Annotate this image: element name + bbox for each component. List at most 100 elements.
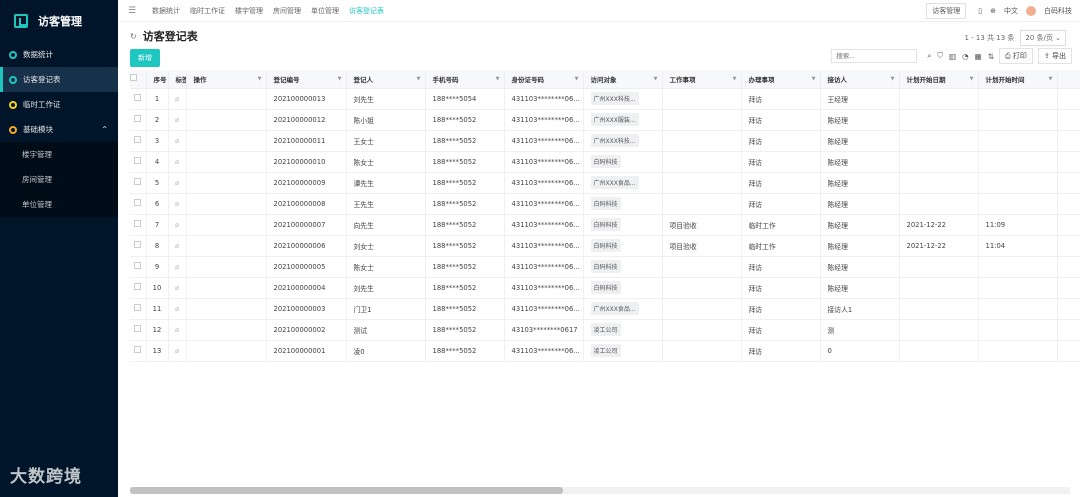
company-name[interactable]: 白码科技 [1044, 6, 1072, 16]
paperclip-icon[interactable]: ⌀ [175, 263, 179, 271]
print-button[interactable]: ⎙ 打印 [999, 48, 1033, 64]
row-tag-cell[interactable]: ⌀ [168, 256, 187, 278]
horizontal-scrollbar[interactable] [130, 487, 1070, 494]
col-reg-no[interactable]: 登记编号 ▼ [266, 70, 347, 89]
tab-building[interactable]: 楼宇管理 [230, 6, 268, 16]
row-checkbox[interactable] [130, 193, 147, 215]
col-id-number[interactable]: 身份证号码 ▼ [504, 70, 584, 89]
table-row[interactable]: 12 ⌀ 202100000002 测试 188****5052 43103*******… [130, 319, 1080, 341]
col-matter[interactable]: 办理事项 ▼ [741, 70, 821, 89]
row-action-cell[interactable] [186, 151, 267, 173]
row-tag-cell[interactable]: ⌀ [168, 151, 187, 173]
row-action-cell[interactable] [186, 319, 267, 341]
row-tag-cell[interactable]: ⌀ [168, 214, 187, 236]
col-start-date[interactable]: 计划开始日期 ▼ [899, 70, 979, 89]
tab-stats[interactable]: 数据统计 [147, 6, 185, 16]
row-checkbox[interactable] [130, 109, 147, 131]
row-checkbox[interactable] [130, 277, 147, 299]
filter-caret-icon[interactable]: ▼ [496, 76, 500, 82]
row-action-cell[interactable] [186, 130, 267, 152]
search-input[interactable] [831, 49, 918, 63]
row-tag-cell[interactable]: ⌀ [168, 319, 187, 341]
row-checkbox[interactable] [130, 214, 147, 236]
sort-icon[interactable]: ⇅ [988, 52, 994, 61]
filter-caret-icon[interactable]: ▼ [891, 76, 895, 82]
paperclip-icon[interactable]: ⌀ [175, 305, 179, 313]
scrollbar-thumb[interactable] [130, 487, 563, 494]
table-row[interactable]: 5 ⌀ 202100000009 谭先生 188****5052 431103******… [130, 172, 1080, 194]
table-row[interactable]: 10 ⌀ 202100000004 刘先生 188****5052 431103*****… [130, 277, 1080, 299]
row-action-cell[interactable] [186, 193, 267, 215]
table-row[interactable]: 3 ⌀ 202100000011 王女士 188****5052 431103******… [130, 130, 1080, 152]
col-host[interactable]: 接访人 ▼ [820, 70, 900, 89]
export-button[interactable]: ⇪ 导出 [1037, 48, 1072, 64]
sidebar-item-stats[interactable]: 数据统计 [0, 42, 118, 67]
paperclip-icon[interactable]: ⌀ [175, 242, 179, 250]
paperclip-icon[interactable]: ⌀ [175, 116, 179, 124]
search-icon[interactable]: ⌕ [927, 51, 931, 61]
visitor-manage-button[interactable]: 访客管理 [926, 2, 967, 19]
row-action-cell[interactable] [186, 109, 267, 131]
tab-unit[interactable]: 单位管理 [306, 6, 344, 16]
row-tag-cell[interactable]: ⌀ [168, 340, 187, 362]
add-button[interactable]: 新增 [130, 49, 160, 67]
paperclip-icon[interactable]: ⌀ [175, 284, 179, 292]
paperclip-icon[interactable]: ⌀ [175, 179, 179, 187]
row-action-cell[interactable] [186, 214, 267, 236]
filter-caret-icon[interactable]: ▼ [970, 76, 974, 82]
filter-caret-icon[interactable]: ▼ [417, 76, 421, 82]
columns-icon[interactable]: ▦ [975, 52, 982, 61]
paperclip-icon[interactable]: ⌀ [175, 326, 179, 334]
paperclip-icon[interactable]: ⌀ [175, 347, 179, 355]
doc-icon[interactable]: ▯ [978, 7, 982, 15]
row-tag-cell[interactable]: ⌀ [168, 235, 187, 257]
language-switch[interactable]: 中文 [1004, 6, 1018, 16]
sidebar-item-basic-module[interactable]: 基础模块 ⌃ [0, 117, 118, 142]
row-action-cell[interactable] [186, 172, 267, 194]
row-action-cell[interactable] [186, 256, 267, 278]
sidebar-item-building[interactable]: 楼宇管理 [0, 142, 118, 167]
row-checkbox[interactable] [130, 151, 147, 173]
table-row[interactable]: 9 ⌀ 202100000005 陈女士 188****5052 431103******… [130, 256, 1080, 278]
table-row[interactable]: 2 ⌀ 202100000012 陈小姐 188****5052 431103******… [130, 109, 1080, 131]
row-tag-cell[interactable]: ⌀ [168, 130, 187, 152]
row-checkbox[interactable] [130, 130, 147, 152]
page-size-select[interactable]: 20 条/页 ⌄ [1020, 30, 1066, 46]
menu-toggle-icon[interactable]: ☰ [128, 6, 142, 16]
table-row[interactable]: 7 ⌀ 202100000007 向先生 188****5052 431103******… [130, 214, 1080, 236]
col-phone[interactable]: 手机号码 ▼ [425, 70, 505, 89]
row-action-cell[interactable] [186, 298, 267, 320]
row-tag-cell[interactable]: ⌀ [168, 193, 187, 215]
row-action-cell[interactable] [186, 235, 267, 257]
filter-caret-icon[interactable]: ▼ [733, 76, 737, 82]
row-tag-cell[interactable]: ⌀ [168, 298, 187, 320]
filter-caret-icon[interactable]: ▼ [1049, 76, 1053, 82]
filter-caret-icon[interactable]: ▼ [258, 76, 262, 82]
sidebar-item-room[interactable]: 房间管理 [0, 167, 118, 192]
row-tag-cell[interactable]: ⌀ [168, 172, 187, 194]
paperclip-icon[interactable]: ⌀ [175, 221, 179, 229]
row-action-cell[interactable] [186, 88, 267, 110]
filter-caret-icon[interactable]: ▼ [338, 76, 342, 82]
row-tag-cell[interactable]: ⌀ [168, 88, 187, 110]
row-tag-cell[interactable]: ⌀ [168, 277, 187, 299]
filter-icon[interactable]: ⛉ [937, 51, 943, 61]
globe-icon[interactable]: ⊕ [990, 7, 996, 15]
table-row[interactable]: 6 ⌀ 202100000008 王先生 188****5052 431103******… [130, 193, 1080, 215]
filter-caret-icon[interactable]: ▼ [812, 76, 816, 82]
row-checkbox[interactable] [130, 340, 147, 362]
select-all-checkbox[interactable] [130, 70, 147, 89]
row-checkbox[interactable] [130, 298, 147, 320]
row-checkbox[interactable] [130, 172, 147, 194]
row-checkbox[interactable] [130, 256, 147, 278]
avatar[interactable] [1026, 5, 1036, 16]
col-work-item[interactable]: 工作事项 ▼ [662, 70, 742, 89]
refresh-icon[interactable]: ↻ [130, 32, 137, 41]
table-row[interactable]: 8 ⌀ 202100000006 刘女士 188****5052 431103******… [130, 235, 1080, 257]
table-row[interactable]: 1 ⌀ 202100000013 刘先生 188****5054 431103******… [130, 88, 1080, 110]
tab-temp-pass[interactable]: 临时工作证 [185, 6, 230, 16]
tab-room[interactable]: 房间管理 [268, 6, 306, 16]
sidebar-item-unit[interactable]: 单位管理 [0, 192, 118, 217]
bar-chart-icon[interactable]: ▥ [949, 52, 956, 61]
row-checkbox[interactable] [130, 235, 147, 257]
